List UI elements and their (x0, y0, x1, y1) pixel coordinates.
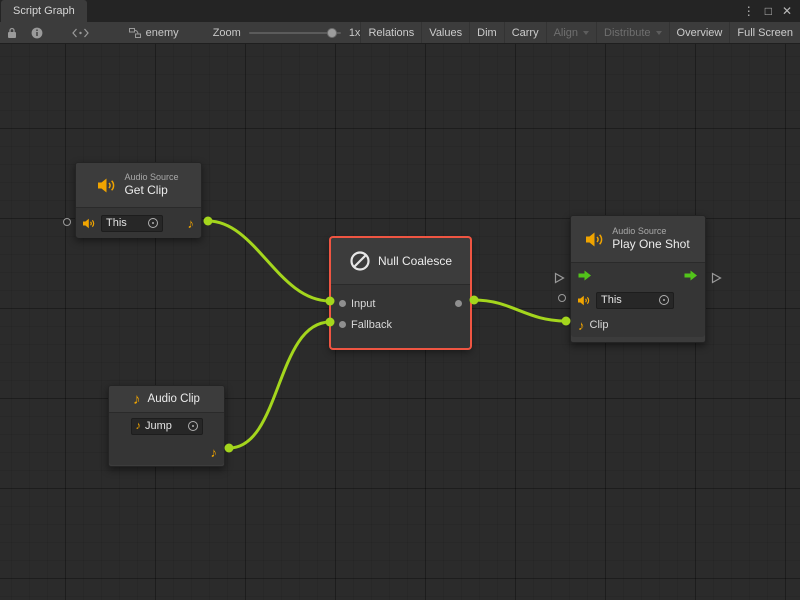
port-target-input[interactable] (558, 294, 566, 302)
graph-name: enemy (146, 27, 179, 39)
graph-canvas[interactable]: Audio Source Get Clip This ♪ Null Coales… (0, 44, 800, 600)
port-flow-input[interactable] (554, 272, 565, 284)
object-picker-icon[interactable] (148, 218, 158, 228)
target-dropdown[interactable]: This (101, 215, 163, 232)
null-coalesce-icon (349, 250, 371, 272)
input-port-label: Input (351, 298, 375, 310)
target-value: This (106, 217, 127, 229)
node-title: Null Coalesce (378, 254, 452, 269)
port-nullcoalesce-result[interactable] (470, 296, 479, 305)
port-getclip-output[interactable] (204, 217, 213, 226)
clip-port-label: Clip (590, 319, 609, 331)
target-dropdown[interactable]: This (596, 292, 674, 309)
node-category: Audio Source (612, 226, 689, 237)
tab-script-graph[interactable]: Script Graph (1, 0, 87, 22)
graph-reference[interactable]: enemy (121, 27, 187, 39)
port-target-input[interactable] (63, 218, 71, 226)
port-flow-output[interactable] (711, 272, 722, 284)
carry-button[interactable]: Carry (504, 22, 546, 43)
lock-icon (7, 27, 17, 39)
toolbar-buttons: Relations Values Dim Carry Align Distrib… (360, 22, 800, 43)
port-nullcoalesce-fallback[interactable] (326, 318, 335, 327)
audioclip-output-icon: ♪ (188, 217, 195, 230)
zoom-slider-handle[interactable] (327, 28, 337, 38)
input-port-dot[interactable] (339, 300, 346, 307)
fullscreen-button[interactable]: Full Screen (729, 22, 800, 43)
flow-out-arrow-icon[interactable] (684, 270, 698, 281)
node-category: Audio Source (124, 172, 178, 183)
audio-clip-value: Jump (145, 420, 172, 432)
maximize-icon[interactable]: □ (765, 5, 772, 17)
audio-clip-dropdown[interactable]: ♪ Jump (131, 418, 203, 435)
audio-source-icon (98, 178, 117, 193)
code-icon (72, 28, 89, 38)
values-button[interactable]: Values (421, 22, 469, 43)
wire-result-to-clip[interactable] (474, 300, 566, 321)
node-null-coalesce[interactable]: Null Coalesce Input Fallback (330, 237, 471, 349)
audioclip-output-icon: ♪ (211, 446, 218, 459)
code-view-button[interactable] (65, 22, 96, 43)
distribute-button[interactable]: Distribute (596, 22, 668, 43)
node-title: Get Clip (124, 183, 178, 198)
window-controls: ⋮ □ ✕ (743, 0, 800, 22)
target-value: This (601, 294, 622, 306)
zoom-control: Zoom 1x (213, 27, 361, 39)
node-title: Play One Shot (612, 237, 689, 252)
tab-label: Script Graph (13, 5, 75, 17)
zoom-label: Zoom (213, 27, 241, 39)
node-audio-clip[interactable]: ♪ Audio Clip ♪ Jump ♪ (108, 385, 225, 467)
tab-bar: Script Graph ⋮ □ ✕ (0, 0, 800, 22)
info-button[interactable] (24, 22, 50, 43)
align-button[interactable]: Align (546, 22, 596, 43)
dropdown-arrow-icon (583, 31, 589, 35)
node-header: ♪ Audio Clip (109, 386, 224, 412)
script-graph-icon (129, 27, 141, 39)
node-title: Audio Clip (148, 392, 200, 406)
lock-button[interactable] (0, 22, 24, 43)
zoom-value: 1x (349, 27, 361, 39)
audio-source-icon (83, 218, 96, 229)
dropdown-arrow-icon (656, 31, 662, 35)
zoom-slider[interactable] (249, 32, 341, 34)
audio-clip-value-icon: ♪ (136, 421, 142, 432)
audio-clip-icon: ♪ (133, 392, 141, 407)
object-picker-icon[interactable] (659, 295, 669, 305)
node-header: Audio Source Play One Shot (571, 216, 705, 262)
wire-audioclip-to-fallback[interactable] (229, 322, 330, 448)
dim-button[interactable]: Dim (469, 22, 504, 43)
port-nullcoalesce-input[interactable] (326, 297, 335, 306)
object-picker-icon[interactable] (188, 421, 198, 431)
audio-source-icon (578, 295, 591, 306)
info-icon (31, 27, 43, 39)
clip-port-icon: ♪ (578, 319, 585, 332)
node-header: Null Coalesce (331, 238, 470, 284)
audio-source-icon (586, 232, 605, 247)
node-get-clip[interactable]: Audio Source Get Clip This ♪ (75, 162, 202, 238)
flow-in-arrow-icon[interactable] (578, 270, 592, 281)
port-audioclip-output[interactable] (225, 444, 234, 453)
node-play-one-shot[interactable]: Audio Source Play One Shot This ♪ Clip (570, 215, 706, 343)
fallback-port-label: Fallback (351, 319, 392, 331)
graph-toolbar: enemy Zoom 1x Relations Values Dim Carry… (0, 22, 800, 44)
fallback-port-dot[interactable] (339, 321, 346, 328)
node-header: Audio Source Get Clip (76, 163, 201, 207)
window-menu-icon[interactable]: ⋮ (743, 5, 755, 17)
result-port-dot[interactable] (455, 300, 462, 307)
wire-getclip-to-input[interactable] (208, 221, 330, 301)
relations-button[interactable]: Relations (360, 22, 421, 43)
close-icon[interactable]: ✕ (782, 5, 792, 17)
overview-button[interactable]: Overview (669, 22, 730, 43)
port-playoneshot-clip-input[interactable] (562, 317, 571, 326)
